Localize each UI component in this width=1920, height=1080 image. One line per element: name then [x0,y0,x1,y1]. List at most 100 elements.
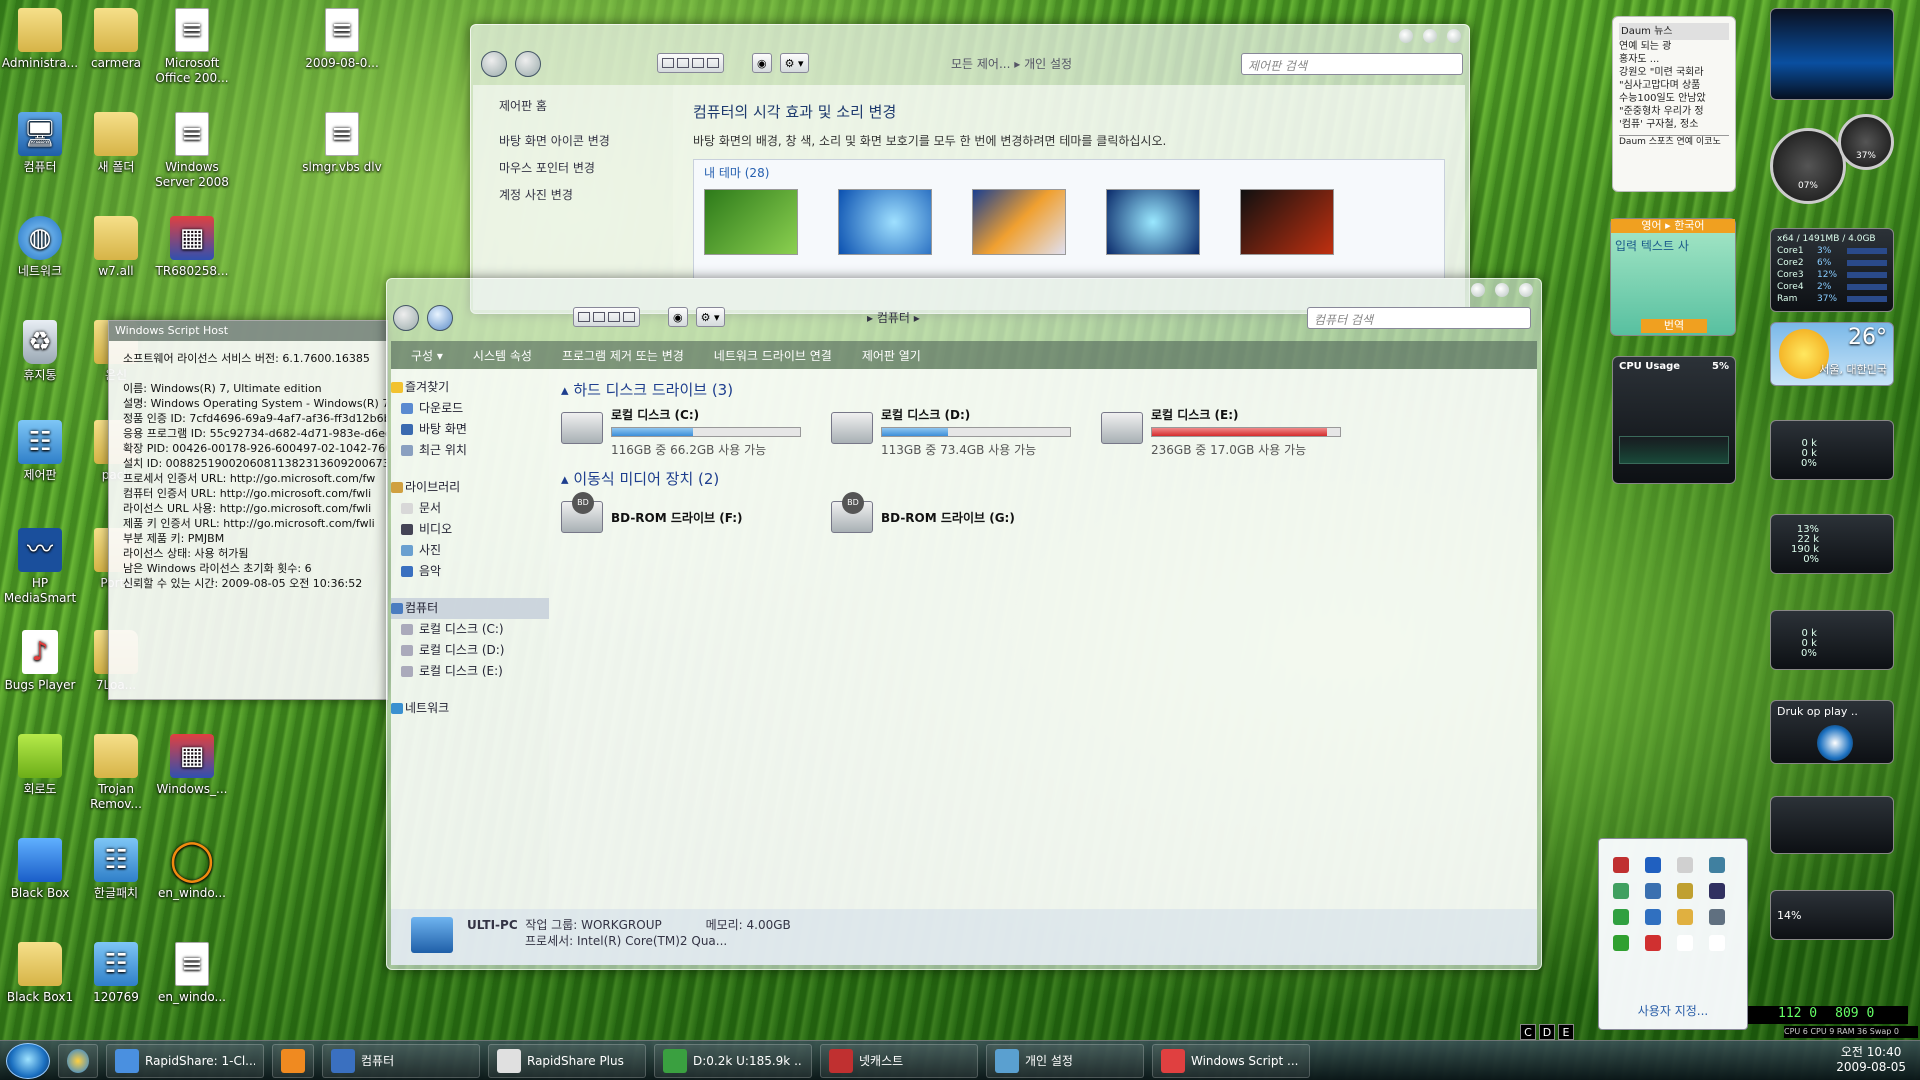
nav-item[interactable]: 컴퓨터 [391,598,549,619]
taskbar-button[interactable]: 넷캐스트 [820,1043,978,1078]
tray-icon[interactable] [1645,857,1661,873]
cp-link-mouse-pointer[interactable]: 마우스 포인터 변경 [499,159,647,176]
drive-letter[interactable]: E [1558,1024,1574,1040]
news-item[interactable]: "심사고맙다며 상품 [1619,79,1729,92]
taskbar-button[interactable]: 개인 설정 [986,1043,1144,1078]
drive-item[interactable]: 로컬 디스크 (D:) 113GB 중 73.4GB 사용 가능 [831,406,1071,458]
desktop-icon[interactable]: ♻ 휴지통 [0,320,80,383]
desktop-icon[interactable]: ♪ Bugs Player [0,630,80,693]
view-icon[interactable] [573,307,640,327]
customize-link[interactable]: 사용자 지정... [1599,1002,1747,1019]
removable-section-header[interactable]: ▴ 이동식 미디어 장치 (2) [561,468,1525,489]
command-button[interactable]: 네트워크 드라이브 연결 [714,347,832,364]
explorer-search-input[interactable]: 컴퓨터 검색 [1307,307,1531,329]
tray-icon[interactable] [1613,857,1629,873]
desktop-icon[interactable]: ☷ 제어판 [0,420,80,483]
tray-icon[interactable] [1613,883,1629,899]
media-gadget[interactable]: Druk op play .. [1770,700,1894,764]
desktop-icon[interactable]: Trojan Remov... [76,734,156,812]
nav-item[interactable]: 음악 [391,561,549,582]
close-button[interactable] [1447,29,1461,43]
translate-input[interactable]: 입력 텍스트 사 [1611,233,1735,258]
command-button[interactable]: 시스템 속성 [473,347,532,364]
command-button[interactable]: 제어판 열기 [862,347,921,364]
nav-item[interactable]: 다운로드 [391,398,549,419]
theme-thumb[interactable] [838,189,932,255]
desktop-icon[interactable]: Black Box [0,838,80,901]
preview-eye-icon[interactable]: ◉ [752,53,772,73]
tray-icon[interactable] [1709,909,1725,925]
taskbar-button[interactable]: 컴퓨터 [322,1043,480,1078]
tray-icon[interactable] [1613,909,1629,925]
desktop-icon[interactable]: ≡ Microsoft Office 200... [152,8,232,86]
control-panel-window[interactable]: ◉ ⚙ ▾ 모든 제어... ▸ 개인 설정 제어판 검색 제어판 홈 바탕 화… [470,24,1470,314]
gear-icon[interactable]: ⚙ ▾ [779,53,809,73]
taskbar-button[interactable]: Windows Script ... [1152,1043,1310,1078]
theme-thumb[interactable] [704,189,798,255]
desktop-icon[interactable]: ▦ TR680258... [152,216,232,279]
desktop-icon[interactable]: ☷ 한글패치 [76,838,156,901]
tray-icon[interactable] [1677,909,1693,925]
desktop-icon[interactable]: carmera [76,8,156,71]
nav-item[interactable]: 최근 위치 [391,440,549,461]
minimize-button[interactable] [1471,283,1485,297]
nav-item[interactable]: 즐겨찾기 [391,377,549,398]
desktop-icon[interactable]: 〰 HP MediaSmart [0,528,80,606]
nav-item[interactable]: 로컬 디스크 (E:) [391,661,549,682]
tray-icon[interactable] [1709,857,1725,873]
news-gadget[interactable]: Daum 뉴스 연예 되는 광 홍자도 ... 강원오 "미련 국회라 "심사고맙다며… [1612,16,1736,192]
desktop-icon[interactable]: ☷ 120769 [76,942,156,1005]
start-button[interactable] [6,1042,50,1079]
tray-icon[interactable] [1645,909,1661,925]
maximize-button[interactable] [1495,283,1509,297]
news-item[interactable]: 홍자도 ... [1619,53,1729,66]
theme-thumb[interactable] [1106,189,1200,255]
news-item[interactable]: 연예 되는 광 [1619,40,1729,53]
tray-icon[interactable] [1677,883,1693,899]
news-tabs[interactable]: Daum 스포츠 연예 이코노 [1619,135,1729,149]
theme-thumb[interactable] [972,189,1066,255]
preview-eye-icon[interactable]: ◉ [668,307,688,327]
drive-letter[interactable]: C [1520,1024,1536,1040]
drive-item[interactable]: 로컬 디스크 (C:) 116GB 중 66.2GB 사용 가능 [561,406,801,458]
cp-link-account-picture[interactable]: 계정 사진 변경 [499,186,647,203]
desktop-icon[interactable]: ▦ Windows_... [152,734,232,797]
desktop-icon[interactable]: 새 폴더 [76,112,156,175]
theme-thumb[interactable] [1240,189,1334,255]
drive-letter[interactable]: D [1539,1024,1555,1040]
cp-link-home[interactable]: 제어판 홈 [499,97,647,114]
desktop-icon[interactable]: 회로도 [0,734,80,797]
news-item[interactable]: 수능100일도 안남았 [1619,92,1729,105]
clock[interactable]: 오전 10:40 2009-08-05 [1836,1045,1906,1075]
command-button[interactable]: 프로그램 제거 또는 변경 [562,347,684,364]
view-icon[interactable] [657,53,724,73]
drive-item[interactable]: BD-ROM 드라이브 (F:) [561,492,801,533]
cp-search-input[interactable]: 제어판 검색 [1241,53,1463,75]
tray-icon[interactable] [1709,935,1725,951]
nav-item[interactable]: 로컬 디스크 (C:) [391,619,549,640]
desktop-icon[interactable]: 🖥 컴퓨터 [0,112,80,175]
nav-item[interactable]: 네트워크 [391,698,549,719]
translate-button[interactable]: 번역 [1641,319,1707,333]
translate-gadget[interactable]: 영어 ▸ 한국어 입력 텍스트 사 번역 [1610,218,1736,336]
hdd-section-header[interactable]: ▴ 하드 디스크 드라이브 (3) [561,379,1525,400]
nav-item[interactable]: 바탕 화면 [391,419,549,440]
nav-item[interactable]: 문서 [391,498,549,519]
maximize-button[interactable] [1423,29,1437,43]
news-item[interactable]: "준중형차 우리가 정 [1619,105,1729,118]
tray-icon[interactable] [1645,935,1661,951]
gear-icon[interactable]: ⚙ ▾ [695,307,725,327]
back-button[interactable] [481,51,507,77]
forward-button[interactable] [515,51,541,77]
nav-item[interactable]: 비디오 [391,519,549,540]
tray-icon[interactable] [1645,883,1661,899]
cp-link-desktop-icons[interactable]: 바탕 화면 아이콘 변경 [499,132,647,149]
cp-breadcrumb[interactable]: 모든 제어... ▸ 개인 설정 [951,55,1072,72]
translate-langs[interactable]: 영어 ▸ 한국어 [1611,219,1735,233]
explorer-breadcrumb[interactable]: ▸ 컴퓨터 ▸ [867,309,920,326]
taskbar-button[interactable]: RapidShare Plus [488,1043,646,1078]
taskbar-button[interactable]: D:0.2k U:185.9k ... [654,1043,812,1078]
drive-item[interactable]: BD-ROM 드라이브 (G:) [831,492,1071,533]
forward-button[interactable] [427,305,453,331]
desktop-icon[interactable]: ≡ slmgr.vbs dlv [302,112,382,175]
